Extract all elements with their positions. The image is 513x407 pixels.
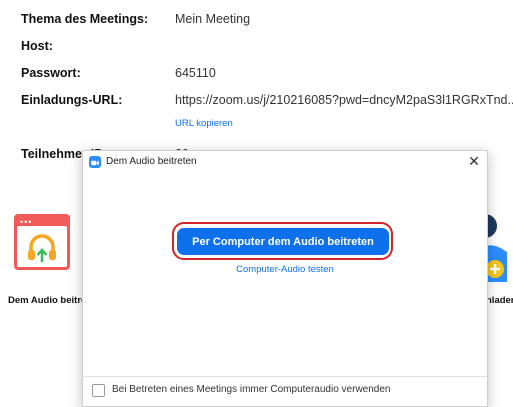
always-computer-audio-label[interactable]: Bei Betreten eines Meetings immer Comput…	[112, 384, 390, 395]
headphones-icon	[28, 234, 56, 262]
password-label: Passwort:	[21, 66, 81, 80]
topic-label: Thema des Meetings:	[21, 12, 149, 26]
invite-url-value: https://zoom.us/j/210216085?pwd=dncyM2pa…	[175, 93, 513, 107]
close-icon[interactable]: ✕	[465, 152, 483, 170]
invite-url-label: Einladungs-URL:	[21, 93, 123, 107]
copy-url-link[interactable]: URL kopieren	[175, 118, 233, 129]
join-audio-tile[interactable]: •••	[14, 214, 70, 270]
host-label: Host:	[21, 39, 53, 53]
topic-value: Mein Meeting	[175, 12, 251, 26]
tile-inner	[17, 226, 67, 267]
test-computer-audio-link[interactable]: Computer-Audio testen	[83, 264, 487, 275]
invite-tile-label: nladen	[486, 295, 513, 306]
dialog-titlebar: Dem Audio beitreten ✕	[83, 151, 487, 173]
tile-window-bar: •••	[14, 214, 70, 227]
password-value: 645110	[175, 66, 216, 80]
always-computer-audio-checkbox[interactable]	[92, 384, 105, 397]
join-audio-dialog: Dem Audio beitreten ✕ Per Computer dem A…	[82, 150, 488, 407]
zoom-app-icon	[89, 156, 101, 168]
dialog-title: Dem Audio beitreten	[106, 156, 197, 167]
dialog-divider	[83, 376, 487, 377]
join-computer-audio-button[interactable]: Per Computer dem Audio beitreten	[177, 228, 389, 255]
